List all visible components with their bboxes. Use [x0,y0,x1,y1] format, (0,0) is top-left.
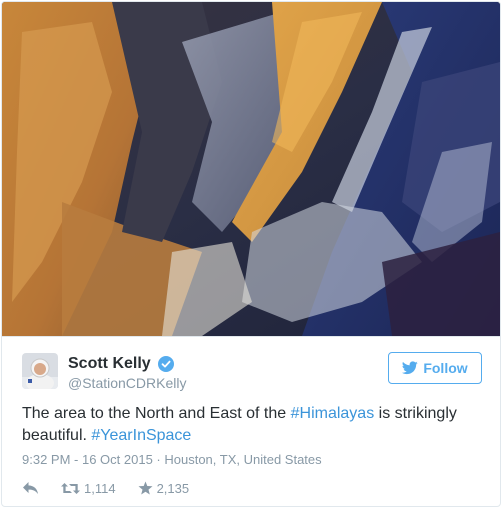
tweet-text-part1: The area to the North and East of the [22,405,291,422]
tweet-photo[interactable] [2,2,500,336]
tweet-actions: 1,114 2,135 [22,479,211,497]
hashtag-himalayas[interactable]: #Himalayas [291,405,375,422]
tweet-meta: 9:32 PM - 16 Oct 2015 · Houston, TX, Uni… [22,452,322,467]
tweet-text: The area to the North and East of the #H… [22,403,482,447]
author-display-name[interactable]: Scott Kelly [68,354,151,373]
astronaut-avatar-image [22,353,58,389]
tweet-card: Scott Kelly @StationCDRKelly Follow The … [1,1,501,507]
location[interactable]: Houston, TX, United States [164,452,321,467]
avatar[interactable] [22,353,58,389]
timestamp[interactable]: 9:32 PM - 16 Oct 2015 [22,452,153,467]
retweet-count: 1,114 [84,480,116,496]
reply-icon [23,482,38,494]
like-button[interactable]: 2,135 [138,480,190,496]
hashtag-yearinspace[interactable]: #YearInSpace [91,427,191,444]
tweet-body: Scott Kelly @StationCDRKelly Follow The … [2,336,500,506]
meta-separator: · [152,452,165,467]
reply-button[interactable] [22,481,39,495]
follow-label: Follow [423,360,468,376]
follow-button[interactable]: Follow [388,352,482,384]
star-icon [138,481,153,495]
like-count: 2,135 [156,480,190,496]
retweet-button[interactable]: 1,114 [61,481,116,496]
author-handle[interactable]: @StationCDRKelly [68,374,186,392]
author-block[interactable]: Scott Kelly @StationCDRKelly [68,354,186,392]
twitter-bird-icon [402,361,419,375]
retweet-icon [61,482,80,494]
verified-icon [158,355,175,372]
